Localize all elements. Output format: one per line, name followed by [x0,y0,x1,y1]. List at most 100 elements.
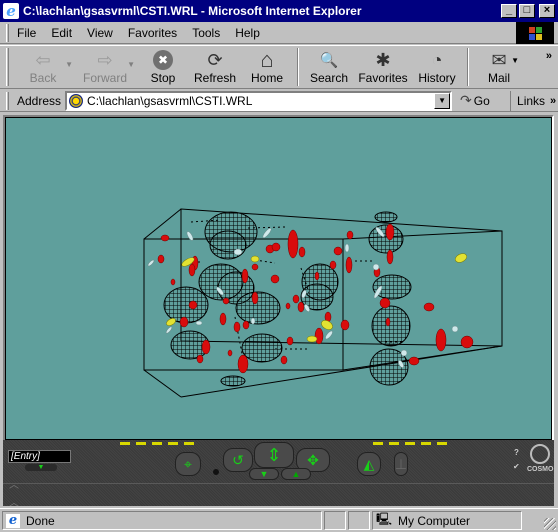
ie-page-icon: e [6,513,20,528]
gravity-icon: ⊥ [394,455,408,472]
search-button[interactable]: 🔍 Search [303,46,355,88]
menu-view[interactable]: View [87,26,113,40]
crystal-structure-scene[interactable] [5,117,552,440]
close-button[interactable]: × [539,4,555,18]
address-dropdown-button[interactable]: ▼ [434,92,451,109]
window-title: C:\lachlan\gsasvrml\CSTI.WRL - Microsoft… [23,4,362,18]
mail-dropdown-icon[interactable]: ▼ [511,56,519,65]
minimize-button[interactable]: _ [501,4,517,18]
status-bar: e Done 🖳 My Computer [0,508,558,532]
atom-red [297,301,305,313]
help-icon[interactable]: ? [514,448,519,457]
walk-icon: ⇕ [266,444,282,465]
rotate-button[interactable]: ↺ [223,448,253,472]
atom-red [298,246,306,258]
ie-icon[interactable]: e [3,3,19,19]
atom-red [170,278,176,286]
stop-button[interactable]: ✖ Stop [137,46,189,88]
favorites-button[interactable]: ✱ Favorites [355,46,411,88]
density-mesh [209,230,247,260]
menu-bar: File Edit View Favorites Tools Help [0,22,558,44]
seek-button[interactable]: ⌖ [175,452,201,476]
back-dropdown-icon[interactable]: ▼ [65,60,73,69]
tilt-up-button[interactable]: ▲ [281,468,311,480]
back-arrow-icon: ⇦ [35,49,51,70]
dashboard-knob[interactable] [213,469,219,475]
atom-red [237,354,249,374]
status-led [373,442,383,445]
preferences-check-icon[interactable]: ✔ [513,462,520,471]
status-led [136,442,146,445]
forward-dropdown-icon[interactable]: ▼ [127,60,135,69]
atom-red [179,316,189,328]
atom-red [408,356,420,366]
refresh-icon: ⟳ [207,49,223,70]
atom-light [250,317,256,325]
atom-red [423,302,435,312]
viewpoint-dropdown-button[interactable]: ▼ [25,464,57,471]
atom-red [287,229,299,259]
undo-move-button[interactable]: ◭ [357,452,381,476]
tilt-down-button[interactable]: ▼ [249,468,279,480]
address-value[interactable]: C:\lachlan\gsasvrml\CSTI.WRL [87,94,252,108]
status-zone: My Computer [398,513,471,528]
forward-button[interactable]: ⇨ Forward ▼ [79,46,135,88]
go-walk-button[interactable]: ⇕ [254,442,294,468]
stop-glyph: ✖ [153,50,173,70]
search-label: Search [309,71,349,85]
atom-light [344,243,350,253]
vrml-viewport[interactable] [3,115,554,442]
menu-help[interactable]: Help [235,26,260,40]
dashboard-collapse-icon[interactable]: ︿ [9,476,19,491]
status-led [184,442,194,445]
density-mesh [241,333,283,363]
menu-tools[interactable]: Tools [192,26,220,40]
atom-red [251,291,259,305]
mail-label: Mail [487,71,510,85]
status-led [152,442,162,445]
gravity-button[interactable]: ⊥ [394,452,408,476]
menu-favorites[interactable]: Favorites [128,26,177,40]
menu-help-label: Help [235,25,260,40]
maximize-button[interactable]: □ [519,4,535,18]
density-mesh [220,375,246,387]
cosmo-logo-icon [530,444,550,464]
menu-file[interactable]: File [17,26,36,40]
atom-red [160,234,170,242]
toolbar-grip[interactable] [6,48,9,86]
toolbar-separator [297,48,299,86]
favorites-icon: ✱ [375,49,391,70]
atom-light [325,330,333,340]
address-input[interactable]: C:\lachlan\gsasvrml\CSTI.WRL ▼ [65,90,453,111]
back-button[interactable]: ⇦ Back ▼ [17,46,73,88]
menu-view-label: View [87,25,113,40]
forward-label: Forward [82,71,127,85]
home-button[interactable]: ⌂ Home [241,46,293,88]
links-more-chevron[interactable]: » [550,95,556,107]
atom-red [286,336,294,346]
mail-button[interactable]: ✉ Mail ▼ [473,46,525,88]
history-icon: ◔ [431,49,443,70]
menu-edit[interactable]: Edit [51,26,72,40]
menu-grip[interactable] [6,23,9,42]
atom-red [219,312,227,326]
unit-cell-edge [143,208,182,240]
status-text: Done [26,513,55,528]
status-zone-panel: 🖳 My Computer [372,511,522,530]
dashboard-collapse-icon[interactable]: ︿ [9,494,19,506]
toolbar-more-chevron[interactable]: » [546,50,552,62]
address-grip[interactable] [6,91,9,110]
resize-grip[interactable] [544,518,556,530]
history-button[interactable]: ◔ History [411,46,463,88]
status-led [405,442,415,445]
cosmo-logo-text: COSMO [527,466,554,473]
search-icon: 🔍 [319,52,339,69]
address-label: Address [17,93,62,108]
links-button[interactable]: Links » [510,90,556,111]
atom-red [460,335,474,349]
refresh-button[interactable]: ⟳ Refresh [189,46,241,88]
viewpoint-selector[interactable]: [Entry] [8,450,71,463]
unit-cell-edge [143,369,182,398]
unit-cell-edge [342,230,503,240]
go-button[interactable]: ↷ Go [460,92,510,109]
